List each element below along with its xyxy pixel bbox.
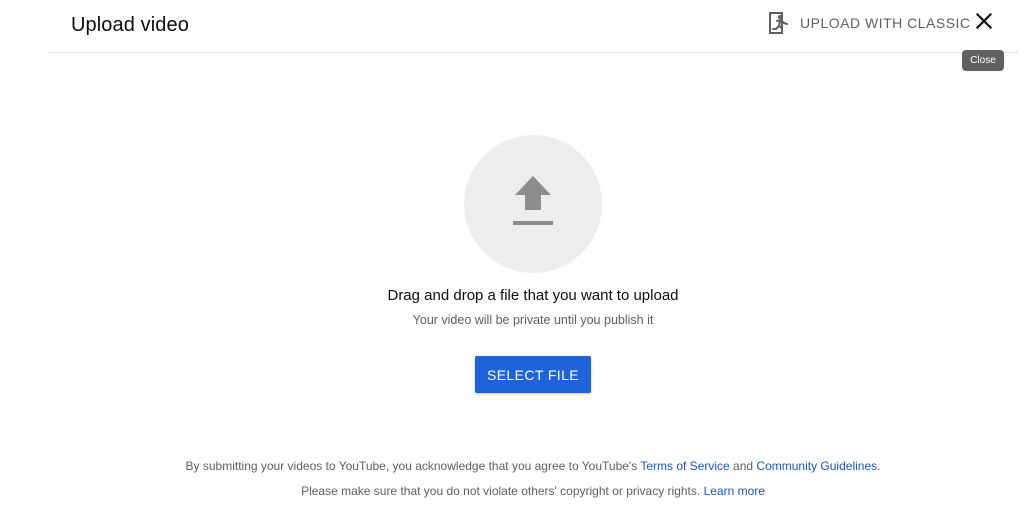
close-tooltip: Close bbox=[962, 50, 1004, 71]
dialog-header: Upload video UPLOAD WITH CLASSIC bbox=[48, 0, 1018, 53]
dialog-title: Upload video bbox=[71, 14, 189, 36]
select-file-button[interactable]: SELECT FILE bbox=[475, 356, 591, 393]
upload-video-dialog: Upload video UPLOAD WITH CLASSIC Close D… bbox=[0, 0, 1024, 508]
terms-notice: By submitting your videos to YouTube, yo… bbox=[0, 459, 1024, 473]
close-button[interactable] bbox=[970, 9, 998, 37]
upload-arrow-icon bbox=[512, 175, 554, 233]
close-icon bbox=[975, 12, 993, 34]
terms-notice-and: and bbox=[729, 459, 757, 473]
upload-with-classic-button[interactable]: UPLOAD WITH CLASSIC bbox=[768, 8, 971, 38]
terms-of-service-link[interactable]: Terms of Service bbox=[640, 459, 729, 473]
drag-drop-instruction: Drag and drop a file that you want to up… bbox=[387, 287, 679, 304]
exit-run-icon bbox=[768, 11, 790, 35]
terms-notice-period: . bbox=[877, 459, 881, 473]
community-guidelines-link[interactable]: Community Guidelines bbox=[756, 459, 877, 473]
upload-with-classic-label: UPLOAD WITH CLASSIC bbox=[800, 15, 971, 31]
copyright-notice-text: Please make sure that you do not violate… bbox=[301, 484, 704, 498]
upload-drop-zone[interactable] bbox=[464, 135, 602, 273]
terms-notice-text: By submitting your videos to YouTube, yo… bbox=[185, 459, 641, 473]
learn-more-link[interactable]: Learn more bbox=[704, 484, 765, 498]
copyright-notice: Please make sure that you do not violate… bbox=[0, 484, 1024, 498]
privacy-note: Your video will be private until you pub… bbox=[412, 313, 654, 327]
